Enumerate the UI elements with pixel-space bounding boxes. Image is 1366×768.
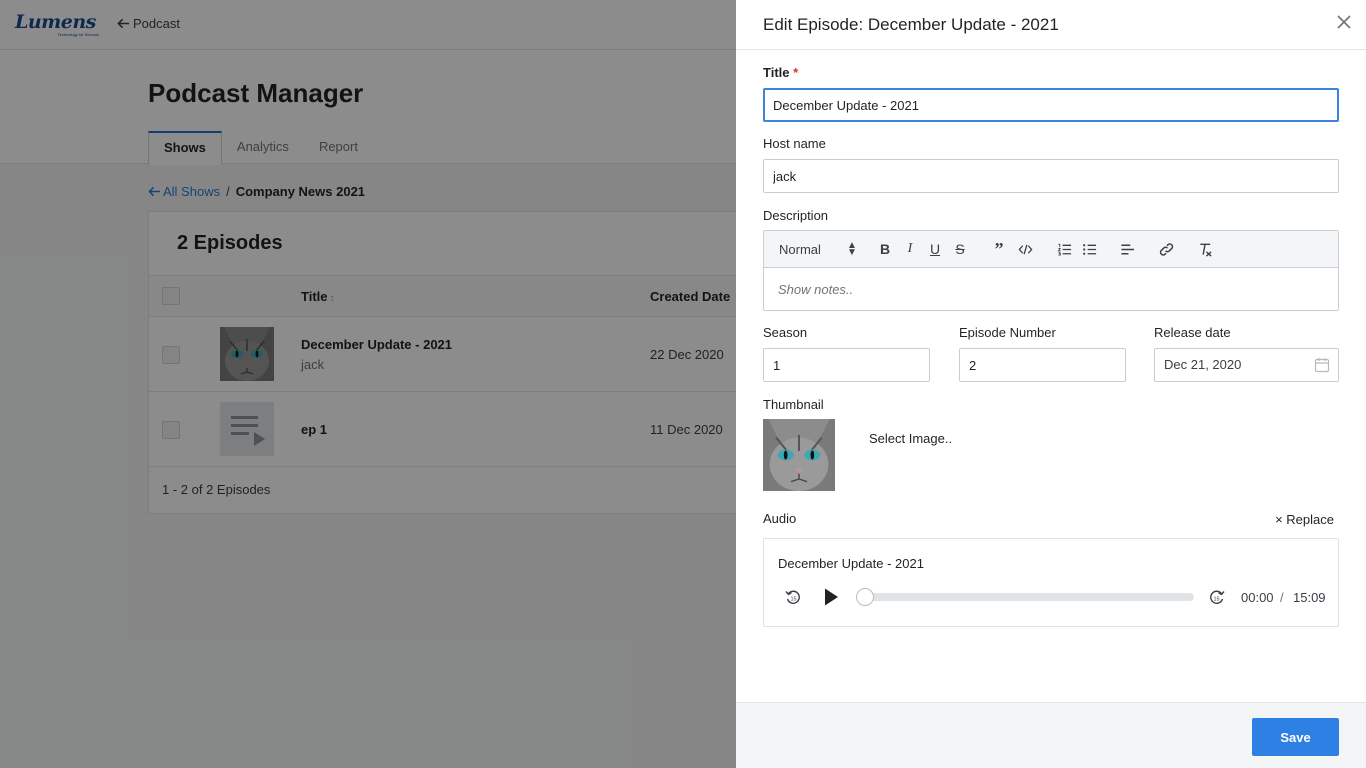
required-marker: * (793, 65, 799, 80)
time-separator: / (1280, 590, 1284, 605)
audio-track-title: December Update - 2021 (778, 556, 924, 571)
season-input[interactable] (763, 348, 930, 382)
rewind-icon: 15 (785, 590, 800, 604)
episode-number-input[interactable] (959, 348, 1126, 382)
play-icon (825, 588, 838, 606)
bullet-list-icon[interactable] (1081, 241, 1097, 257)
host-name-label: Host name (763, 136, 826, 151)
ordered-list-icon[interactable] (1056, 241, 1072, 257)
audio-progress-track[interactable] (858, 593, 1194, 601)
select-image-button[interactable]: Select Image.. (869, 431, 952, 446)
edit-episode-drawer: Edit Episode: December Update - 2021 Tit… (736, 0, 1366, 768)
drawer-title: Edit Episode: December Update - 2021 (763, 15, 1059, 34)
duration: 15:09 (1293, 590, 1326, 605)
italic-icon[interactable]: I (902, 241, 918, 257)
host-name-input[interactable] (763, 159, 1339, 193)
align-left-icon[interactable] (1119, 241, 1135, 257)
replace-audio-button[interactable]: × Replace (1275, 512, 1334, 527)
code-icon[interactable] (1017, 241, 1033, 257)
title-input[interactable] (763, 88, 1339, 122)
save-button[interactable]: Save (1252, 718, 1339, 756)
svg-text:15: 15 (790, 597, 796, 603)
description-label: Description (763, 208, 829, 223)
thumbnail-preview-image (763, 419, 835, 491)
bold-icon[interactable]: B (877, 241, 893, 257)
title-label: Title * (763, 65, 799, 80)
drawer-header: Edit Episode: December Update - 2021 (736, 0, 1366, 50)
clear-formatting-icon[interactable] (1197, 241, 1213, 257)
audio-player: December Update - 2021 15 15 00:00 / 15:… (763, 538, 1339, 627)
audio-progress-knob[interactable] (856, 588, 874, 606)
rewind-button[interactable]: 15 (783, 587, 803, 607)
season-label: Season (763, 325, 808, 340)
select-arrows-icon: ▲ ▼ (847, 240, 857, 258)
underline-icon[interactable]: U (927, 241, 943, 257)
strikethrough-icon[interactable]: S (952, 241, 968, 257)
description-textarea[interactable]: Show notes.. (778, 282, 853, 297)
calendar-icon (1314, 358, 1330, 373)
episode-number-label: Episode Number (959, 325, 1056, 340)
thumbnail-label: Thumbnail (763, 397, 824, 412)
drawer-footer: Save (736, 702, 1366, 768)
link-icon[interactable] (1158, 241, 1174, 257)
play-button[interactable] (821, 587, 841, 607)
blockquote-icon[interactable]: ” (991, 239, 1007, 259)
format-select[interactable]: Normal ▲ ▼ (779, 240, 859, 258)
svg-text:15: 15 (1213, 597, 1219, 603)
release-date-picker[interactable]: Dec 21, 2020 (1154, 348, 1339, 382)
current-time: 00:00 (1241, 590, 1274, 605)
close-icon (1337, 15, 1351, 29)
editor-toolbar: Normal ▲ ▼ B I U S ” (764, 231, 1338, 268)
fast-forward-icon: 15 (1210, 590, 1225, 604)
forward-button[interactable]: 15 (1207, 587, 1227, 607)
description-editor: Normal ▲ ▼ B I U S ” Show notes.. (763, 230, 1339, 311)
audio-label: Audio (763, 511, 797, 526)
release-date-label: Release date (1154, 325, 1231, 340)
close-button[interactable] (1336, 14, 1352, 30)
